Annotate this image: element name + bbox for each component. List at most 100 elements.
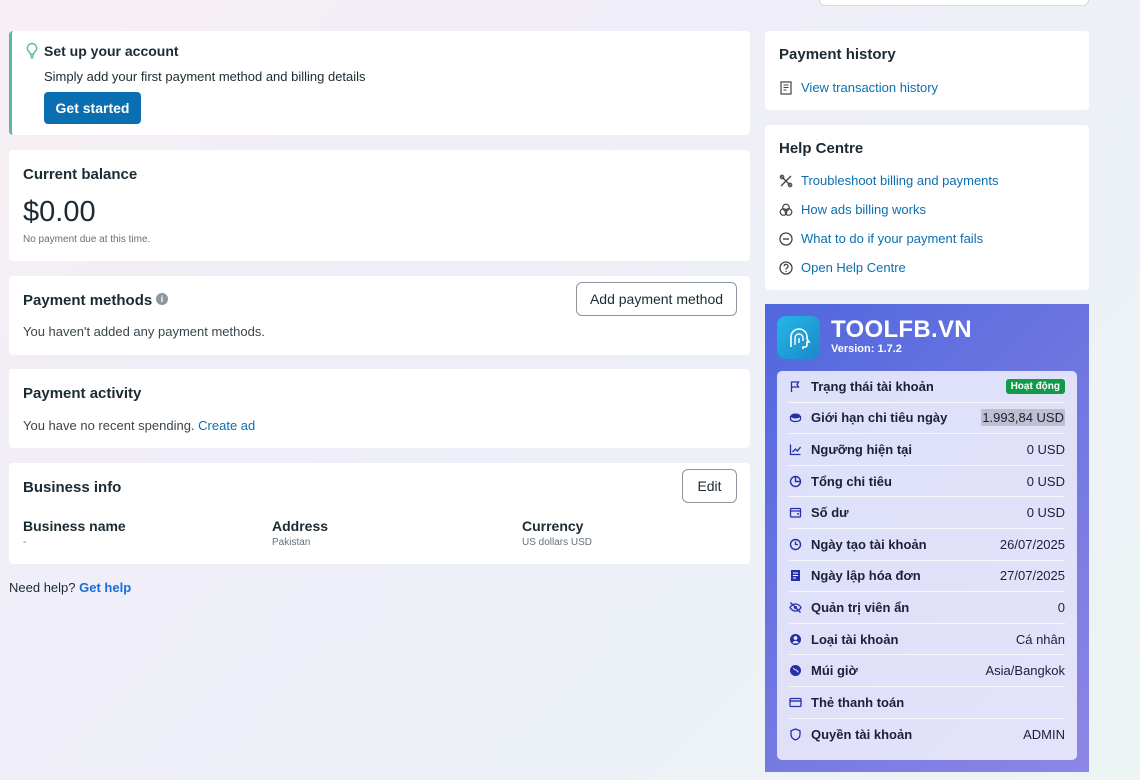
row-label: Ngày tạo tài khoản — [811, 536, 927, 552]
need-help: Need help? Get help — [9, 580, 131, 595]
payment-methods-title: Payment methods — [23, 292, 153, 309]
flag-icon — [790, 381, 800, 392]
row-invoice-date: Ngày lập hóa đơn 27/07/2025 — [789, 561, 1065, 593]
row-account-type: Loại tài khoản Cá nhân — [789, 624, 1065, 656]
address-label: Address — [272, 518, 329, 534]
payment-activity-card: Payment activity You have no recent spen… — [9, 369, 750, 448]
lightbulb-icon — [26, 42, 38, 59]
row-label: Ngưỡng hiện tại — [811, 441, 912, 457]
row-value: 1.993,84 USD — [981, 409, 1065, 427]
add-payment-method-button[interactable]: Add payment method — [576, 282, 737, 316]
row-label: Giới hạn chi tiêu ngày — [811, 410, 948, 426]
row-account-status: Trạng thái tài khoản Hoạt động — [789, 371, 1065, 403]
help-link-ads-billing[interactable]: How ads billing works — [779, 202, 926, 217]
row-current-threshold: Ngưỡng hiện tại 0 USD — [789, 434, 1065, 466]
payment-methods-desc: You haven't added any payment methods. — [23, 324, 265, 339]
get-started-button[interactable]: Get started — [44, 92, 141, 124]
address-value: Pakistan — [272, 537, 311, 548]
need-help-text: Need help? — [9, 580, 76, 595]
business-name-label: Business name — [23, 518, 126, 534]
row-label: Trạng thái tài khoản — [811, 378, 934, 394]
card-icon — [789, 697, 802, 707]
row-balance: Số dư 0 USD — [789, 497, 1065, 529]
row-payment-card: Thẻ thanh toán — [789, 687, 1065, 719]
business-name-value: - — [23, 537, 27, 548]
row-label: Loại tài khoản — [811, 631, 899, 647]
row-value: 0 USD — [1026, 473, 1065, 489]
row-value: 27/07/2025 — [999, 568, 1065, 584]
balance-amount: $0.00 — [23, 196, 96, 228]
coins-icon — [779, 203, 793, 216]
payment-methods-card: Payment methods i You haven't added any … — [9, 276, 750, 355]
currency-value: US dollars USD — [522, 537, 593, 548]
payment-history-title: Payment history — [779, 46, 896, 63]
help-link-open-help-centre-label: Open Help Centre — [801, 260, 906, 275]
help-link-troubleshoot[interactable]: Troubleshoot billing and payments — [779, 173, 999, 188]
question-icon — [779, 260, 793, 275]
row-total-spend: Tổng chi tiêu 0 USD — [789, 466, 1065, 498]
row-value: 0 USD — [1026, 505, 1065, 521]
clock-icon — [789, 538, 802, 550]
invoice-icon — [791, 570, 800, 582]
row-label: Số dư — [811, 505, 849, 521]
business-info-title: Business info — [23, 479, 122, 496]
row-value: 0 — [1057, 599, 1065, 615]
tools-icon — [779, 174, 793, 187]
row-label: Múi giờ — [811, 663, 858, 679]
view-transaction-history-label: View transaction history — [801, 80, 939, 95]
globe-icon — [790, 665, 801, 677]
receipt-icon — [780, 80, 792, 95]
coin-icon — [789, 413, 802, 423]
currency-label: Currency — [522, 518, 584, 534]
current-balance-card: Current balance $0.00 No payment due at … — [9, 150, 750, 261]
row-value: ADMIN — [1023, 726, 1065, 742]
search-box-partial[interactable] — [819, 0, 1089, 6]
setup-account-card: Set up your account Simply add your firs… — [9, 31, 750, 135]
toolfb-logo — [777, 316, 820, 359]
payment-history-card: Payment history View transaction history — [765, 31, 1089, 110]
minus-circle-icon — [779, 231, 793, 246]
help-link-ads-billing-label: How ads billing works — [801, 202, 926, 217]
row-label: Quản trị viên ẩn — [811, 599, 910, 615]
view-transaction-history-link[interactable]: View transaction history — [779, 80, 938, 95]
toolfb-brand: TOOLFB.VN — [831, 316, 972, 343]
payment-activity-desc: You have no recent spending. — [23, 418, 195, 433]
row-value: 26/07/2025 — [999, 536, 1065, 552]
help-link-open-help-centre[interactable]: Open Help Centre — [779, 260, 906, 275]
row-daily-limit: Giới hạn chi tiêu ngày 1.993,84 USD — [789, 403, 1065, 435]
row-label: Thẻ thanh toán — [811, 694, 905, 710]
row-label: Tổng chi tiêu — [811, 473, 892, 489]
address-field: Address Pakistan — [272, 518, 328, 548]
row-hidden-admins: Quản trị viên ẩn 0 — [789, 592, 1065, 624]
wallet-icon — [789, 508, 802, 518]
help-centre-card: Help Centre Troubleshoot billing and pay… — [765, 125, 1089, 290]
row-value: 0 USD — [1026, 441, 1065, 457]
setup-title: Set up your account — [44, 43, 179, 59]
toolfb-panel: TOOLFB.VN Version: 1.7.2 Trạng thái tài … — [765, 304, 1089, 772]
shield-icon — [790, 728, 801, 741]
row-value: Cá nhân — [1015, 631, 1065, 647]
row-account-role: Quyền tài khoản ADMIN — [789, 719, 1065, 751]
help-centre-title: Help Centre — [779, 140, 864, 157]
help-link-payment-fails[interactable]: What to do if your payment fails — [779, 231, 983, 246]
info-icon[interactable]: i — [156, 293, 168, 305]
user-circle-icon — [790, 633, 801, 645]
head-fingerprint-icon — [789, 327, 810, 349]
row-label: Ngày lập hóa đơn — [811, 568, 921, 584]
edit-button[interactable]: Edit — [682, 469, 737, 503]
setup-subtitle: Simply add your first payment method and… — [44, 69, 366, 84]
toolfb-version: Version: 1.7.2 — [831, 343, 902, 355]
balance-note: No payment due at this time. — [23, 234, 151, 245]
payment-activity-title: Payment activity — [23, 385, 142, 402]
eye-off-icon — [789, 601, 802, 613]
row-value: Asia/Bangkok — [985, 663, 1066, 679]
balance-title: Current balance — [23, 166, 138, 183]
get-help-link[interactable]: Get help — [79, 580, 131, 595]
trend-icon — [789, 444, 802, 456]
row-created-date: Ngày tạo tài khoản 26/07/2025 — [789, 529, 1065, 561]
row-label: Quyền tài khoản — [811, 726, 913, 742]
pie-icon — [789, 475, 802, 487]
business-name-field: Business name - — [23, 518, 126, 548]
create-ad-link[interactable]: Create ad — [198, 418, 255, 433]
help-link-troubleshoot-label: Troubleshoot billing and payments — [801, 173, 999, 188]
